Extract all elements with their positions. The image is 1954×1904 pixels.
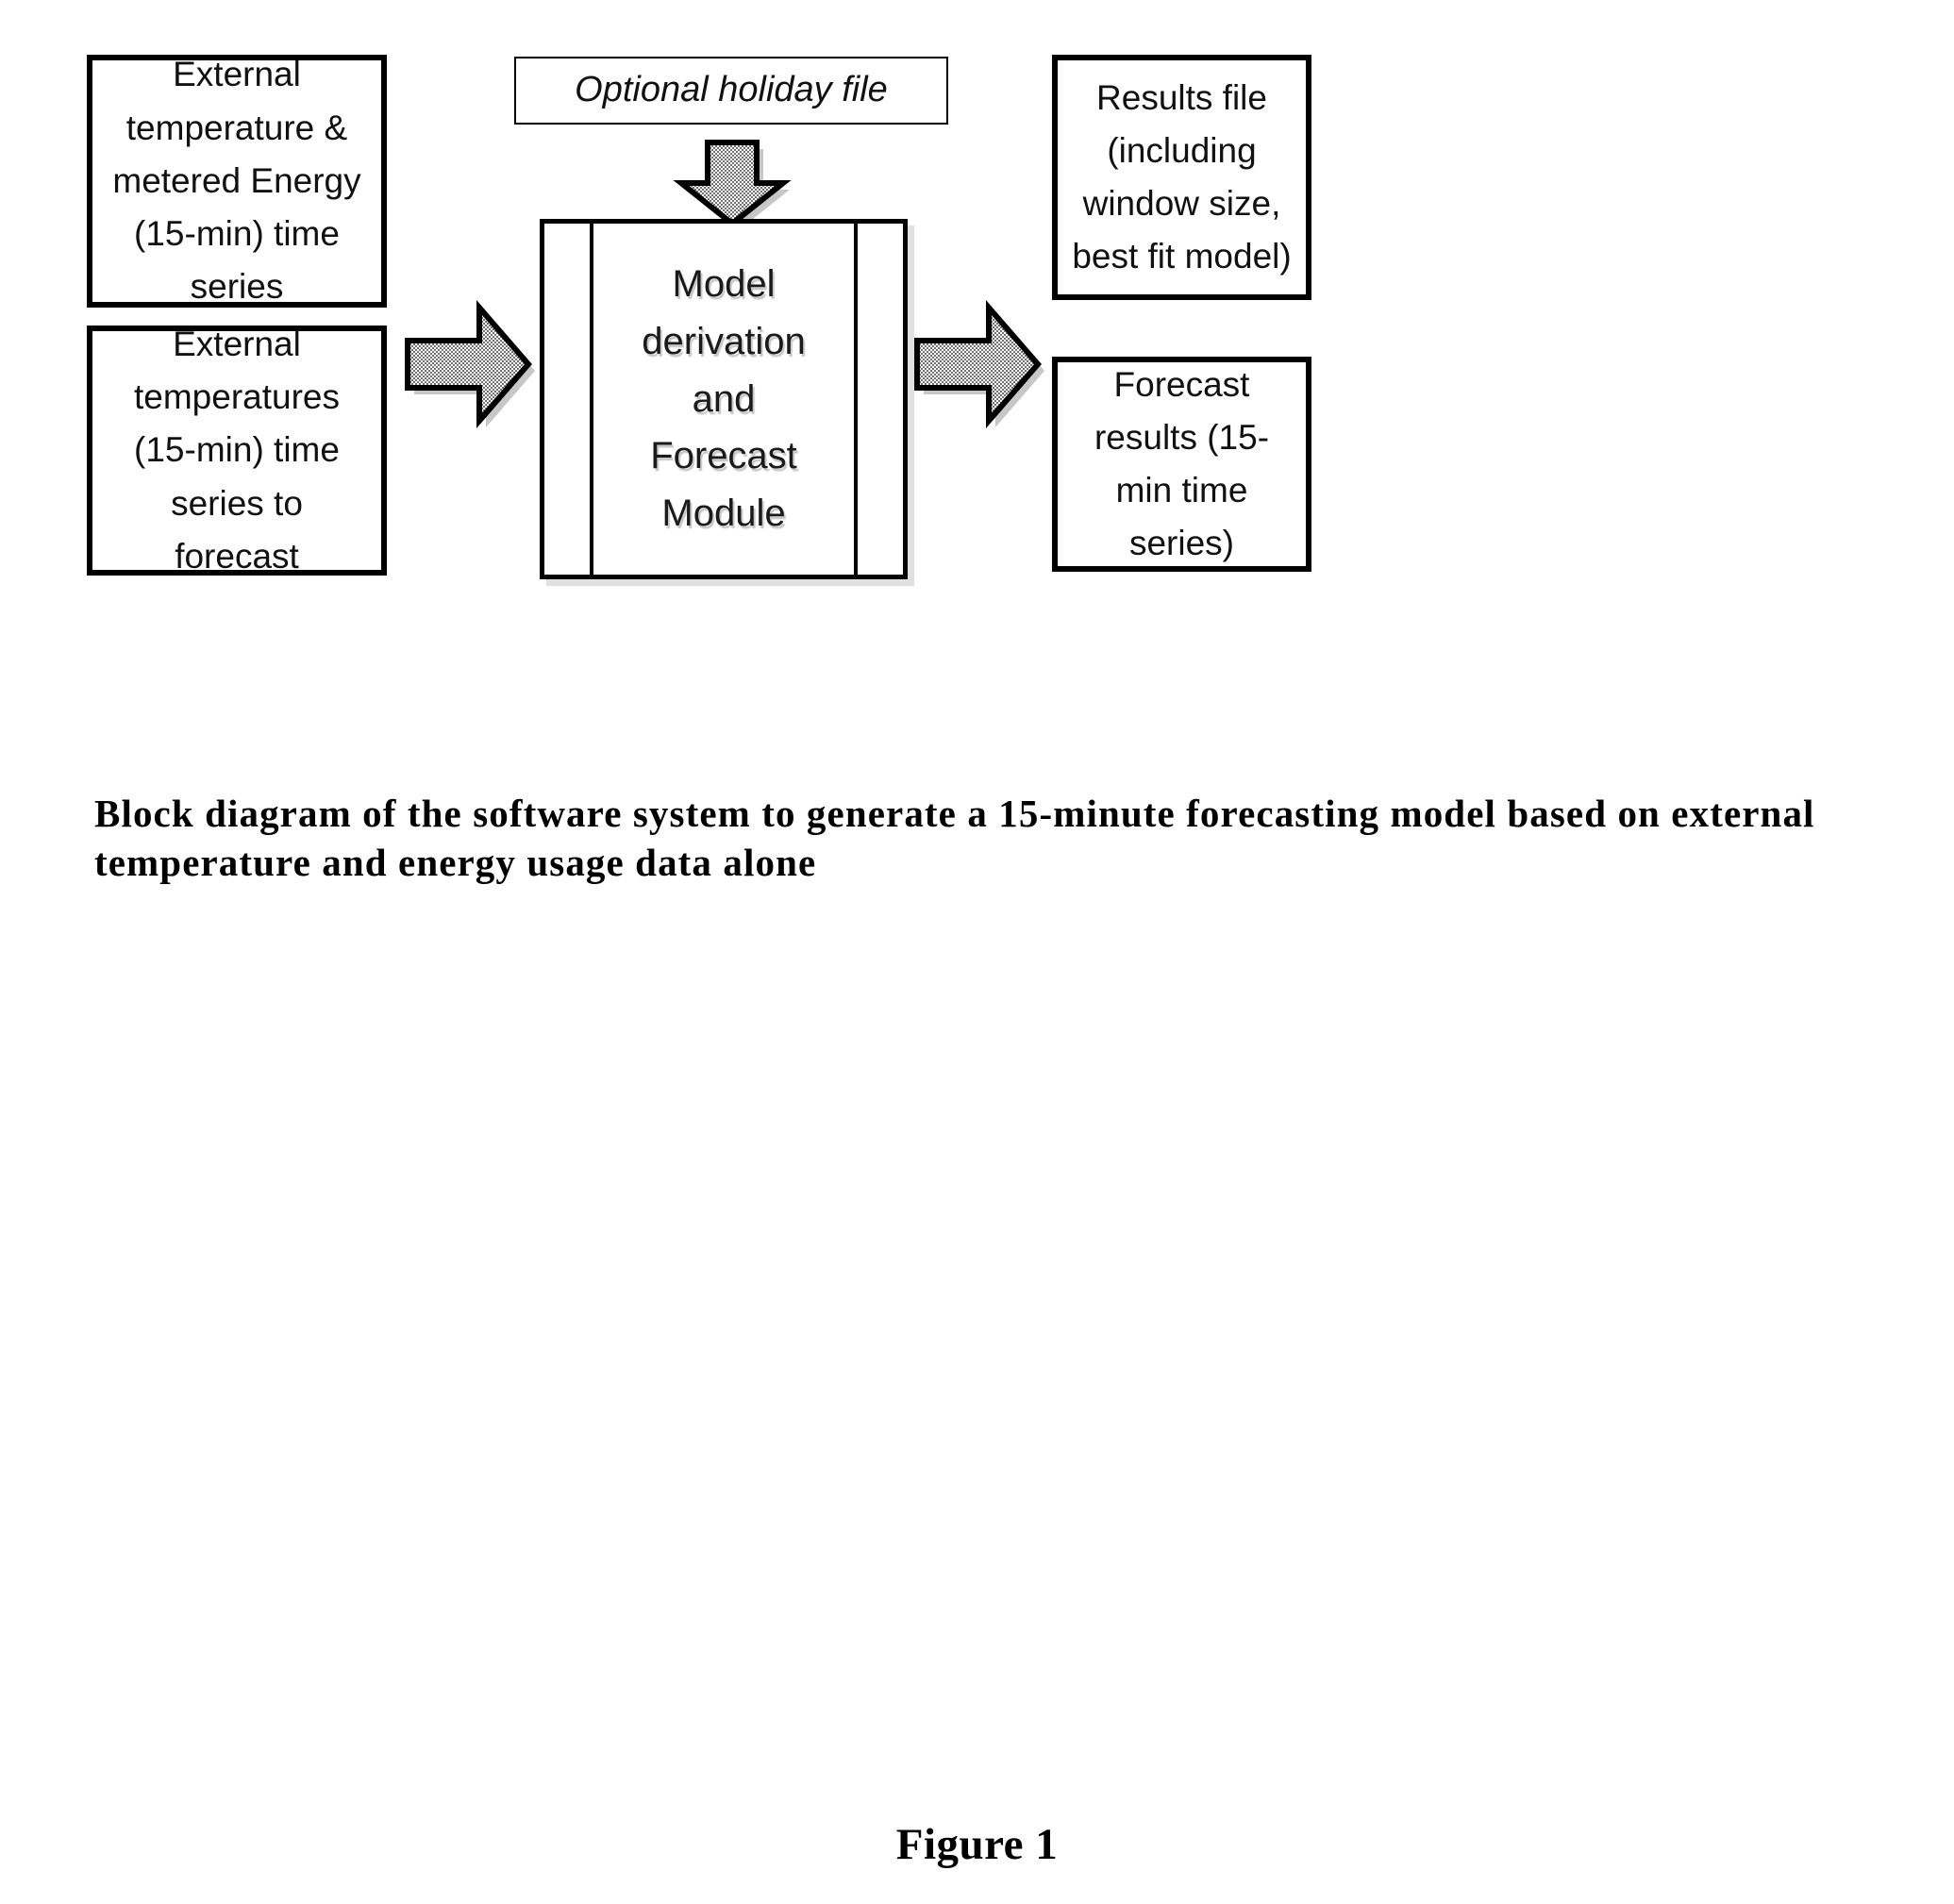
arrow-holiday-to-module-icon xyxy=(673,140,792,230)
model-derivation-forecast-module-box: Model derivation and Forecast Module xyxy=(540,219,908,579)
arrow-module-to-outputs-icon xyxy=(913,299,1045,432)
process-right-bar xyxy=(854,223,858,576)
output-box-forecast-results-label: Forecast results (15-min time series) xyxy=(1094,364,1270,563)
output-box-results-file: Results file (including window size, bes… xyxy=(1052,55,1311,300)
output-box-results-file-label: Results file (including window size, bes… xyxy=(1072,77,1292,276)
optional-holiday-file-label: Optional holiday file xyxy=(575,70,888,110)
figure-number-label: Figure 1 xyxy=(895,1820,1059,1869)
input-box-forecast-temperatures-label: External temperatures (15-min) time seri… xyxy=(134,324,340,576)
optional-holiday-file-box: Optional holiday file xyxy=(514,57,948,125)
input-box-metered-energy-label: External temperature & metered Energy (1… xyxy=(112,55,361,307)
input-box-metered-energy: External temperature & metered Energy (1… xyxy=(87,55,387,308)
figure-caption: Block diagram of the software system to … xyxy=(94,792,1815,885)
model-derivation-forecast-module-label: Model derivation and Forecast Module xyxy=(642,263,806,535)
input-box-forecast-temperatures: External temperatures (15-min) time seri… xyxy=(87,325,387,576)
arrow-inputs-to-module-icon xyxy=(404,299,536,432)
process-left-bar xyxy=(590,223,593,576)
output-box-forecast-results: Forecast results (15-min time series) xyxy=(1052,357,1311,572)
